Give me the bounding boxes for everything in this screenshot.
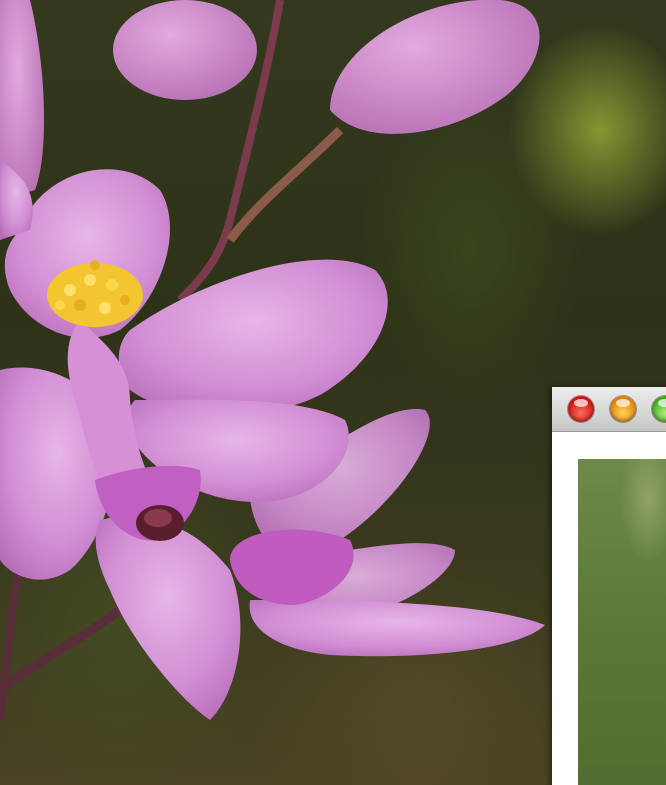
app-window[interactable] [552, 387, 666, 785]
flower-petal [249, 600, 545, 657]
flower-bud [330, 0, 540, 134]
flower-petal [118, 259, 388, 416]
flower-petal [95, 516, 241, 720]
zoom-window-button[interactable] [652, 396, 666, 422]
flower-bud [113, 0, 257, 100]
stem [0, 559, 24, 721]
minimize-window-button[interactable] [610, 396, 636, 422]
flower-throat [144, 509, 172, 527]
close-window-button[interactable] [568, 396, 594, 422]
desktop-background [0, 0, 666, 785]
stem [0, 606, 123, 694]
window-image-preview [578, 459, 666, 785]
window-titlebar[interactable] [552, 387, 666, 432]
